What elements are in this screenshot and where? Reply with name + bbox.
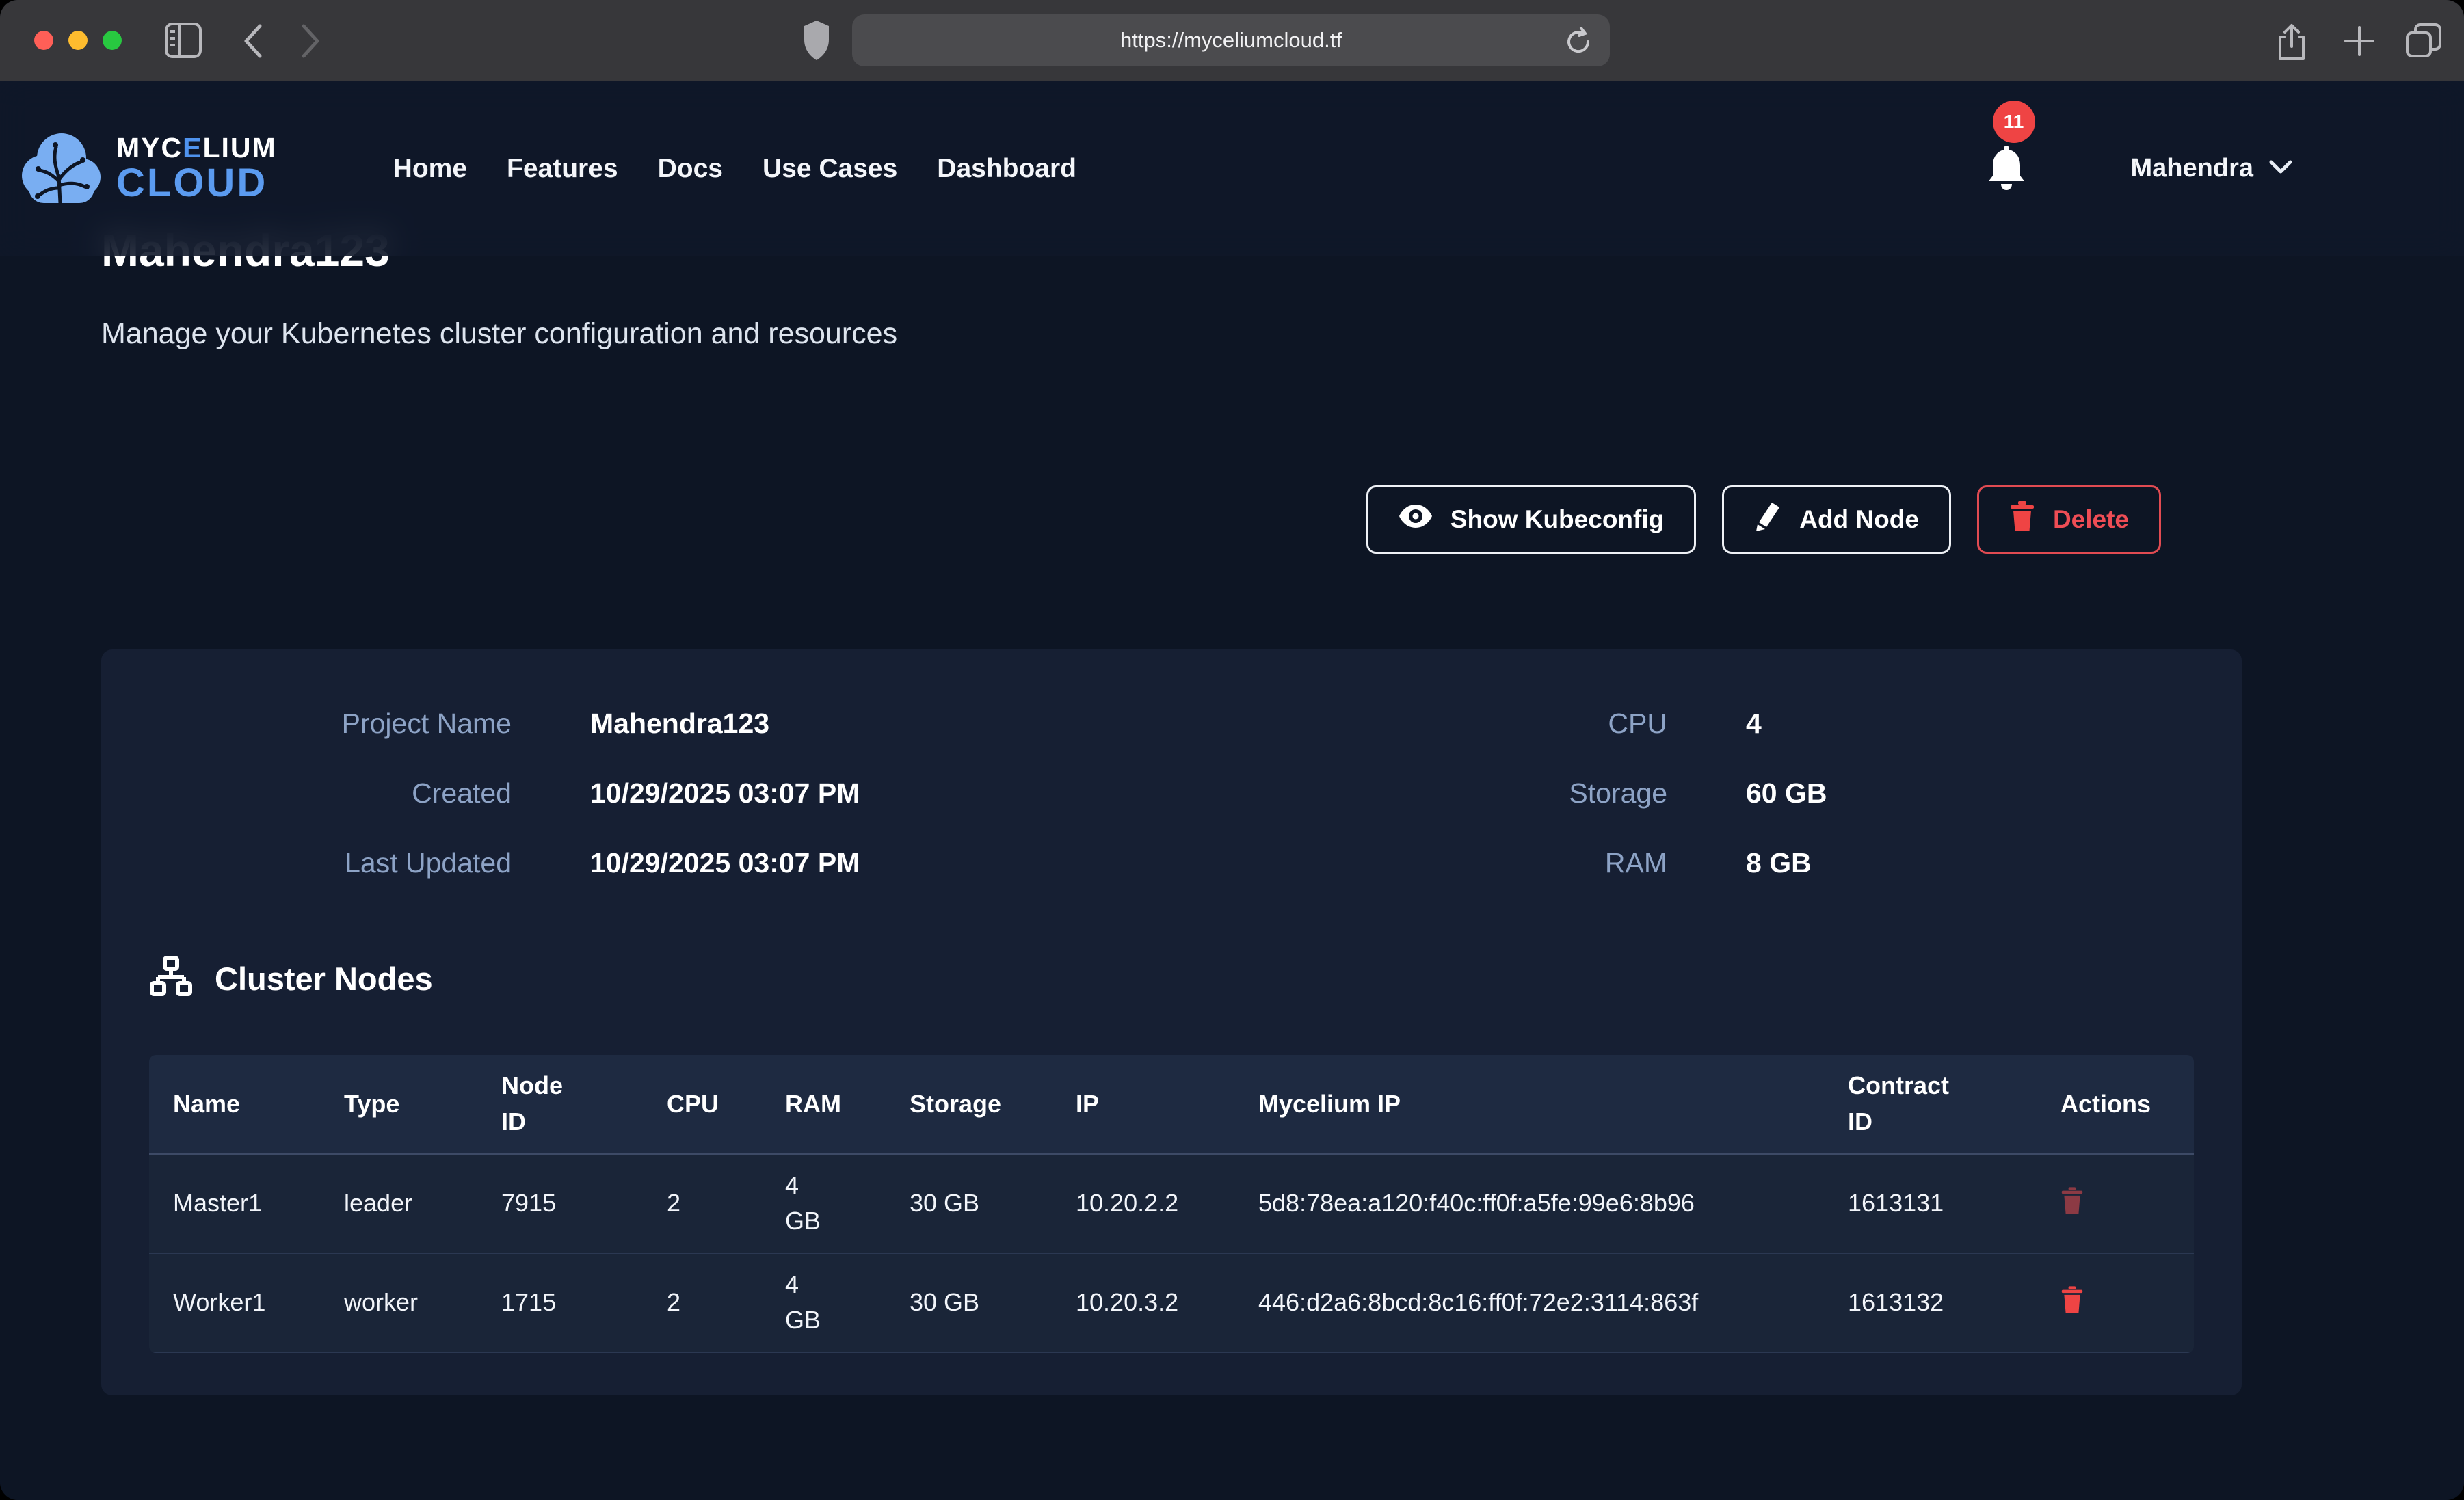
network-nodes-icon: [149, 956, 193, 1002]
mycelium-cloud-logo-icon: [19, 122, 103, 215]
node-ram: 4 GB: [761, 1253, 886, 1352]
node-ip: 10.20.2.2: [1052, 1154, 1234, 1253]
zoom-window-button[interactable]: [103, 31, 122, 50]
show-kubeconfig-button[interactable]: Show Kubeconfig: [1366, 485, 1696, 554]
node-ip: 10.20.3.2: [1052, 1253, 1234, 1352]
col-name: Name: [149, 1055, 320, 1154]
forward-button-icon[interactable]: [300, 22, 323, 60]
navbar-right: 11 Mahendra: [1985, 143, 2293, 194]
brand-wordmark: MYCELIUM CLOUD: [116, 134, 277, 203]
cluster-actions: Show Kubeconfig Add Node: [101, 485, 2363, 554]
show-kubeconfig-label: Show Kubeconfig: [1450, 505, 1664, 534]
user-name: Mahendra: [2131, 154, 2253, 183]
node-contract-id: 1613131: [1824, 1154, 2037, 1253]
last-updated-label: Last Updated: [142, 847, 512, 879]
browser-chrome: https://myceliumcloud.tf: [0, 0, 2464, 81]
trash-icon: [2009, 501, 2035, 537]
add-node-label: Add Node: [1799, 505, 1919, 534]
col-ram: RAM: [761, 1055, 886, 1154]
created-label: Created: [142, 777, 512, 809]
ram-label: RAM: [1284, 847, 1667, 879]
col-cpu: CPU: [643, 1055, 761, 1154]
node-storage: 30 GB: [886, 1154, 1052, 1253]
notification-badge: 11: [1993, 101, 2035, 143]
node-mycelium-ip: 5d8:78ea:a120:f40c:ff0f:a5fe:99e6:8b96: [1234, 1154, 1824, 1253]
last-updated-value: 10/29/2025 03:07 PM: [590, 847, 1206, 879]
project-info-panel: Project Name Mahendra123 CPU 4 Created 1…: [101, 649, 2242, 1395]
sidebar-toggle-icon[interactable]: [164, 22, 202, 59]
node-type: leader: [320, 1154, 477, 1253]
node-name: Master1: [149, 1154, 320, 1253]
nodes-table: Name Type Node ID CPU RAM Storage IP Myc…: [149, 1055, 2194, 1353]
project-name-label: Project Name: [142, 708, 512, 740]
col-type: Type: [320, 1055, 477, 1154]
storage-value: 60 GB: [1746, 777, 2201, 809]
table-row: Worker1 worker 1715 2 4 GB 30 GB 10.20.3…: [149, 1253, 2194, 1352]
back-button-icon[interactable]: [241, 22, 264, 60]
node-type: worker: [320, 1253, 477, 1352]
bell-icon: [1985, 182, 2028, 193]
cpu-value: 4: [1746, 708, 2201, 740]
add-node-button[interactable]: Add Node: [1722, 485, 1951, 554]
address-bar[interactable]: https://myceliumcloud.tf: [852, 14, 1610, 66]
reload-icon[interactable]: [1565, 27, 1592, 60]
node-storage: 30 GB: [886, 1253, 1052, 1352]
delete-cluster-button[interactable]: Delete: [1977, 485, 2161, 554]
col-contract-id: Contract ID: [1824, 1055, 2037, 1154]
nav-item-dashboard[interactable]: Dashboard: [937, 154, 1076, 184]
tab-overview-icon[interactable]: [2405, 22, 2443, 60]
node-name: Worker1: [149, 1253, 320, 1352]
url-text: https://myceliumcloud.tf: [1120, 28, 1342, 53]
eye-icon: [1399, 503, 1433, 535]
chevron-down-icon: [2268, 159, 2293, 178]
user-menu[interactable]: Mahendra: [2131, 154, 2293, 183]
col-actions: Actions: [2037, 1055, 2194, 1154]
node-cpu: 2: [643, 1154, 761, 1253]
node-actions: [2037, 1253, 2194, 1352]
nav-item-home[interactable]: Home: [393, 154, 467, 184]
delete-label: Delete: [2053, 505, 2129, 534]
nav-item-docs[interactable]: Docs: [658, 154, 723, 184]
node-id: 7915: [477, 1154, 643, 1253]
col-node-id: Node ID: [477, 1055, 643, 1154]
pencil-icon: [1754, 501, 1781, 537]
new-tab-icon[interactable]: [2342, 22, 2377, 60]
ram-value: 8 GB: [1746, 847, 2201, 879]
browser-window: https://myceliumcloud.tf: [0, 0, 2464, 1500]
minimize-window-button[interactable]: [68, 31, 88, 50]
privacy-shield-icon: [802, 19, 832, 62]
node-ram: 4 GB: [761, 1154, 886, 1253]
main-content: Mahendra123 Manage your Kubernetes clust…: [0, 81, 2464, 1395]
page-subtitle: Manage your Kubernetes cluster configura…: [101, 317, 2363, 351]
cpu-label: CPU: [1284, 708, 1667, 740]
node-actions: [2037, 1154, 2194, 1253]
project-info-grid: Project Name Mahendra123 CPU 4 Created 1…: [101, 708, 2242, 879]
nav-item-features[interactable]: Features: [507, 154, 618, 184]
col-mycelium-ip: Mycelium IP: [1234, 1055, 1824, 1154]
main-nav: Home Features Docs Use Cases Dashboard: [393, 154, 1076, 184]
delete-node-button[interactable]: [2061, 1187, 2084, 1214]
node-mycelium-ip: 446:d2a6:8bcd:8c16:ff0f:72e2:3114:863f: [1234, 1253, 1824, 1352]
created-value: 10/29/2025 03:07 PM: [590, 777, 1206, 809]
storage-label: Storage: [1284, 777, 1667, 809]
share-icon[interactable]: [2275, 22, 2309, 63]
brand-logo[interactable]: MYCELIUM CLOUD: [19, 122, 277, 215]
table-header-row: Name Type Node ID CPU RAM Storage IP Myc…: [149, 1055, 2194, 1154]
page-body: Mahendra123 Manage your Kubernetes clust…: [0, 81, 2464, 1500]
nav-item-use-cases[interactable]: Use Cases: [763, 154, 897, 184]
close-window-button[interactable]: [34, 31, 53, 50]
col-storage: Storage: [886, 1055, 1052, 1154]
node-contract-id: 1613132: [1824, 1253, 2037, 1352]
delete-node-button[interactable]: [2061, 1286, 2084, 1313]
project-name-value: Mahendra123: [590, 708, 1206, 740]
cluster-nodes-title: Cluster Nodes: [215, 960, 433, 997]
node-cpu: 2: [643, 1253, 761, 1352]
table-row: Master1 leader 7915 2 4 GB 30 GB 10.20.2…: [149, 1154, 2194, 1253]
node-id: 1715: [477, 1253, 643, 1352]
site-navbar: MYCELIUM CLOUD Home Features Docs Use Ca…: [0, 81, 2464, 256]
cluster-nodes-header: Cluster Nodes: [149, 956, 2242, 1002]
col-ip: IP: [1052, 1055, 1234, 1154]
notifications-button[interactable]: 11: [1985, 143, 2028, 194]
